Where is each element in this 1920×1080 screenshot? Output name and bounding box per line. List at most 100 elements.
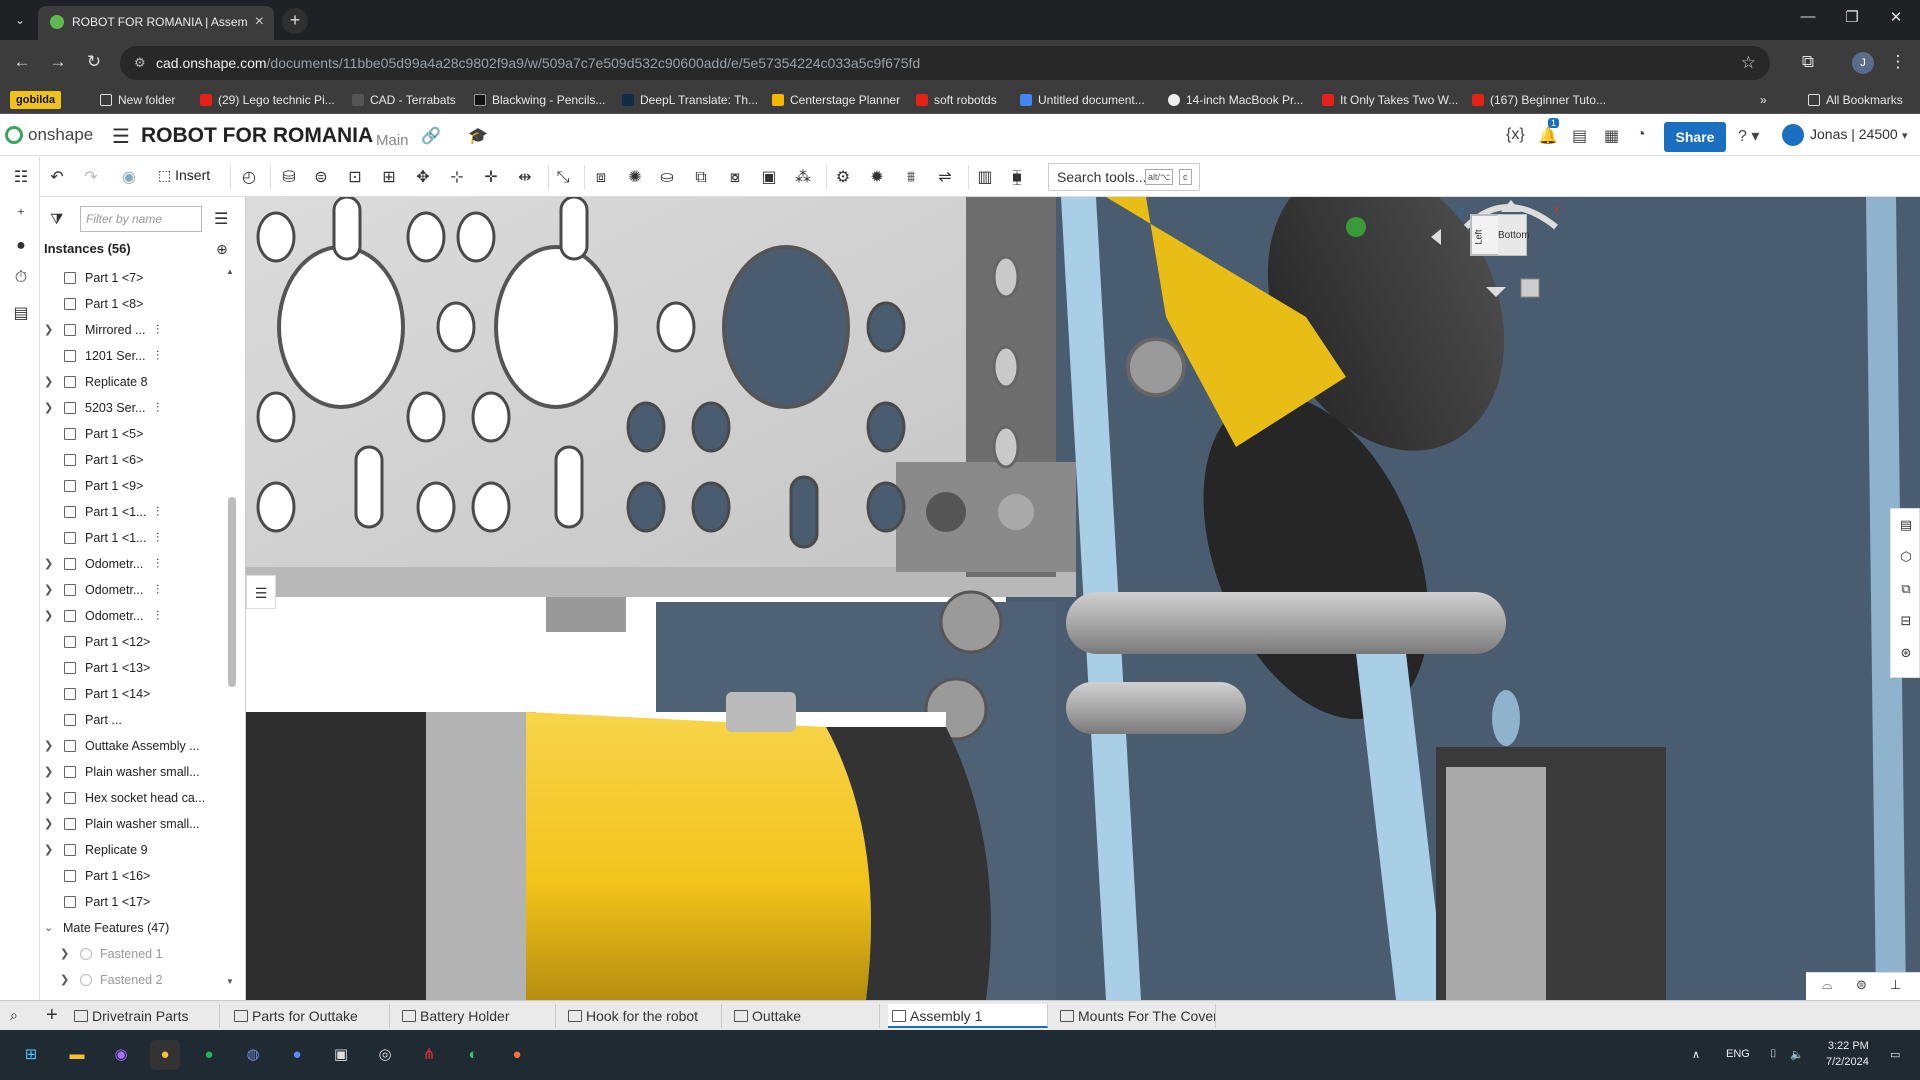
mate-row[interactable]: ❯ Fastened 2 [40, 967, 222, 993]
share-button[interactable]: Share [1664, 122, 1726, 152]
tree-row[interactable]: Part 1 <14> [40, 681, 222, 707]
bookmarks-overflow-icon[interactable]: » [1760, 90, 1767, 110]
mirror-icon[interactable]: ▣ [758, 167, 780, 189]
bookmark-item[interactable]: It Only Takes Two W... [1322, 90, 1458, 110]
discord-icon[interactable]: ◍ [238, 1040, 268, 1070]
insert-button[interactable]: ⬚ Insert [158, 167, 210, 184]
undo-icon[interactable]: ↶ [46, 167, 68, 189]
tree-row[interactable]: Part 1 <1... ⫶ [40, 499, 222, 525]
mate-connector-icon[interactable]: ✺ [624, 167, 646, 189]
extensions-icon[interactable]: ⧉ [1796, 52, 1820, 72]
expand-chevron-icon[interactable]: ❯ [44, 603, 53, 629]
relation-icon[interactable]: ⛀ [656, 167, 678, 189]
fastened-mate-icon[interactable]: ⛁ [278, 167, 300, 189]
close-window-icon[interactable]: ✕ [1876, 8, 1916, 26]
tree-row[interactable]: ❯ Plain washer small... [40, 811, 222, 837]
element-tab[interactable]: Mounts For The Cover ... [1056, 1004, 1216, 1028]
screw-relation-icon[interactable]: ⩩ [900, 167, 922, 189]
document-menu-icon[interactable]: ☰ [112, 124, 130, 149]
tree-row[interactable]: ❯ 5203 Ser... ⫶ [40, 395, 222, 421]
bookmark-item[interactable]: (29) Lego technic Pi... [200, 90, 335, 110]
expand-chevron-icon[interactable]: ❯ [44, 551, 53, 577]
explode-view-icon[interactable]: ⊥ [1890, 977, 1901, 993]
viewcube-face-left[interactable]: Left [1474, 229, 1484, 244]
add-folder-icon[interactable]: ⊕ [216, 241, 228, 258]
element-tab[interactable]: Battery Holder [398, 1004, 556, 1028]
restore-icon[interactable]: ❐ [1832, 8, 1872, 26]
url-input[interactable]: ⚙ cad.onshape.com/documents/11bbe05d99a4… [120, 46, 1770, 80]
configurations-icon[interactable]: ⬡ [1897, 549, 1915, 567]
tree-row[interactable]: ❯ Odometr... ⫶ [40, 603, 222, 629]
document-title[interactable]: ROBOT FOR ROMANIA [141, 124, 373, 148]
panel-scrollbar[interactable]: ▲ ▼ [226, 267, 236, 987]
expand-chevron-icon[interactable]: ❯ [44, 759, 53, 785]
viewcube-face-bottom[interactable]: Bottom [1498, 230, 1530, 241]
learning-icon[interactable]: 🎓 [468, 126, 488, 146]
cylindrical-mate-icon[interactable]: ✥ [412, 167, 434, 189]
feature-list-icon[interactable]: ☷ [10, 167, 32, 189]
network-icon[interactable]: ⌷ [1770, 1048, 1777, 1061]
regenerate-icon[interactable]: ◉ [118, 167, 140, 189]
linear-relation-icon[interactable]: ⇌ [934, 167, 956, 189]
revolute-mate-icon[interactable]: ⊜ [310, 167, 332, 189]
bookmark-item[interactable]: DeepL Translate: Th... [622, 90, 758, 110]
tree-row[interactable]: 1201 Ser... ⫶ [40, 343, 222, 369]
user-menu-chevron-icon[interactable]: ▾ [1902, 129, 1908, 142]
tab-search-menu-icon[interactable]: ⌄ [10, 10, 30, 30]
bookmark-item[interactable]: Centerstage Planner [772, 90, 900, 110]
bookmark-item[interactable]: All Bookmarks [1808, 90, 1903, 110]
parallel-mate-icon[interactable]: ⇹ [514, 167, 536, 189]
element-tab[interactable]: Outtake [730, 1004, 880, 1028]
measure-icon[interactable]: ▥ [974, 167, 996, 189]
pattern-icon[interactable]: ⧇ [724, 167, 746, 189]
tree-row[interactable]: ❯ Odometr... ⫶ [40, 551, 222, 577]
search-tools-input[interactable]: Search tools... alt/⌥ c [1048, 163, 1200, 191]
volume-icon[interactable]: 🔈 [1790, 1048, 1804, 1061]
tray-overflow-icon[interactable]: ∧ [1692, 1048, 1700, 1061]
messenger-icon[interactable]: ◉ [106, 1040, 136, 1070]
feature-outline-icon[interactable]: ☰ [246, 575, 276, 609]
tab-search-icon[interactable]: ⌕ [10, 1007, 18, 1024]
profile-avatar[interactable]: J [1852, 52, 1874, 74]
expand-chevron-icon[interactable]: ❯ [44, 317, 53, 343]
bookmark-star-icon[interactable]: ☆ [1741, 46, 1756, 80]
list-view-icon[interactable]: ☰ [214, 209, 228, 229]
mate-features-header[interactable]: ⌄ Mate Features (47) [40, 915, 222, 941]
tree-row[interactable]: Part ... [40, 707, 222, 733]
section-view-icon[interactable]: ⊟ [1897, 613, 1915, 631]
bookmark-item[interactable]: Blackwing - Pencils... [474, 90, 605, 110]
expand-chevron-icon[interactable]: ❯ [44, 733, 53, 759]
tree-row[interactable]: ❯ Replicate 9 [40, 837, 222, 863]
app-icon[interactable]: ⋔ [414, 1040, 444, 1070]
tree-row[interactable]: ❯ Odometr... ⫶ [40, 577, 222, 603]
chrome-icon[interactable]: ● [150, 1040, 180, 1070]
expand-chevron-icon[interactable]: ❯ [44, 369, 53, 395]
replicate-icon[interactable]: ⧉ [690, 167, 712, 189]
tool-icon[interactable]: ◴ [238, 167, 260, 189]
tree-row[interactable]: Part 1 <13> [40, 655, 222, 681]
tangent-mate-icon[interactable]: ⤡ [552, 167, 574, 189]
tree-row[interactable]: Part 1 <8> [40, 291, 222, 317]
history-icon[interactable]: ⏱ [10, 269, 32, 291]
mass-properties-icon[interactable]: ⧯ [1006, 167, 1028, 189]
shaded-view-icon[interactable]: ⌓ [1822, 977, 1832, 993]
user-avatar[interactable] [1782, 124, 1804, 146]
browser-menu-icon[interactable]: ⋮ [1886, 52, 1910, 72]
file-explorer-icon[interactable]: ▬ [62, 1040, 92, 1070]
expand-chevron-icon[interactable]: ❯ [44, 395, 53, 421]
group-icon[interactable]: ⧈ [590, 167, 612, 189]
back-icon[interactable]: ← [10, 52, 34, 72]
whatsapp-icon[interactable]: ◐ [458, 1040, 488, 1070]
bookmark-item[interactable]: soft robotds [916, 90, 997, 110]
expand-chevron-icon[interactable]: ❯ [44, 577, 53, 603]
new-tab-button[interactable]: + [282, 8, 308, 34]
expand-chevron-icon[interactable]: ❯ [44, 811, 53, 837]
obs-icon[interactable]: ◎ [370, 1040, 400, 1070]
expand-chevron-icon[interactable]: ❯ [44, 837, 53, 863]
named-positions-icon[interactable]: ⊛ [1897, 645, 1915, 663]
appearance-panel-icon[interactable]: ▤ [1897, 517, 1915, 535]
collapse-chevron-icon[interactable]: ⌄ [44, 915, 53, 941]
filter-icon[interactable]: ⧩ [50, 211, 63, 228]
add-tab-icon[interactable]: + [46, 1004, 58, 1027]
bookmark-item[interactable]: CAD - Terrabats [352, 90, 456, 110]
